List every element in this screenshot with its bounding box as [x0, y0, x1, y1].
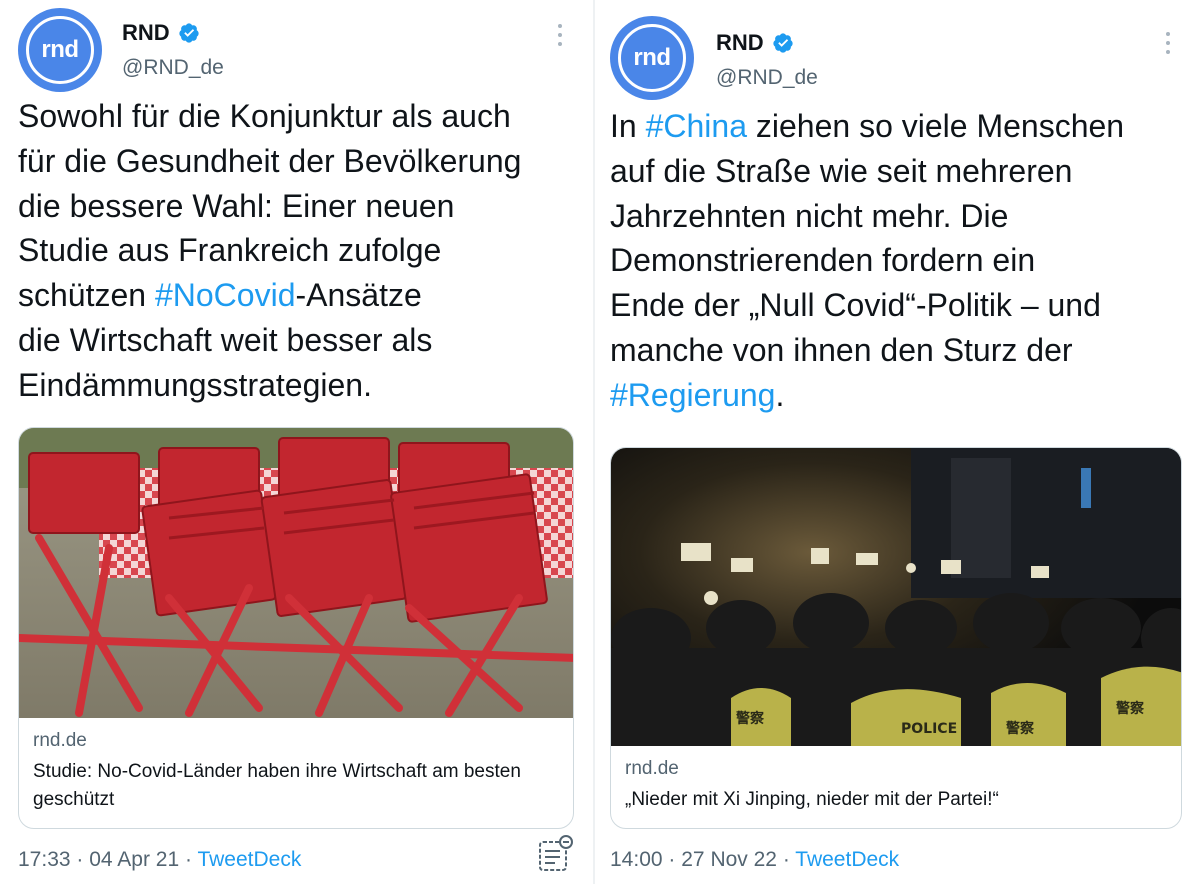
- source-link[interactable]: TweetDeck: [795, 848, 899, 871]
- tweet-text-part: .: [775, 376, 785, 413]
- card-meta: rnd.de Studie: No-Covid-Länder haben ihr…: [19, 718, 573, 826]
- tweet-left: rnd RND @RND_de Sowohl für die Konjunktu…: [0, 0, 592, 884]
- author-name[interactable]: RND: [122, 20, 170, 46]
- author-row: RND: [716, 30, 794, 56]
- avatar[interactable]: rnd: [610, 16, 694, 100]
- card-image: 警察 POLICE 警察 警察: [611, 448, 1181, 746]
- tweet-text: Sowohl für die Konjunktur als auch für d…: [18, 94, 578, 408]
- author-handle[interactable]: @RND_de: [716, 66, 818, 90]
- hashtag-link[interactable]: #Regierung: [610, 377, 775, 413]
- verified-badge-icon: [773, 33, 793, 53]
- card-image: [19, 428, 573, 718]
- card-domain: rnd.de: [625, 758, 679, 779]
- separator: ·: [185, 848, 192, 871]
- tweet-date[interactable]: 04 Apr 21: [89, 848, 179, 871]
- tweet-time[interactable]: 14:00: [610, 848, 663, 871]
- separator: ·: [668, 848, 676, 871]
- more-options-icon[interactable]: [1166, 32, 1172, 54]
- tweet-time[interactable]: 17:33: [18, 848, 71, 871]
- card-title: Studie: No-Covid-Länder haben ihre Wirts…: [33, 761, 521, 810]
- tweet-footer: 17:33 · 04 Apr 21 · TweetDeck: [18, 848, 301, 872]
- tweet-text-part: In: [610, 108, 646, 144]
- hashtag-link[interactable]: #China: [646, 108, 747, 144]
- card-meta: rnd.de „Nieder mit Xi Jinping, nieder mi…: [611, 746, 1181, 826]
- tweet-text-part: ziehen so viele Menschen auf die Straße …: [610, 108, 1125, 368]
- separator: ·: [782, 848, 790, 871]
- link-card[interactable]: rnd.de Studie: No-Covid-Länder haben ihr…: [18, 427, 574, 829]
- tweet-right: rnd RND @RND_de In #China ziehen so viel…: [596, 0, 1200, 884]
- svg-text:警察: 警察: [736, 710, 765, 727]
- column-divider: [593, 0, 595, 884]
- more-options-icon[interactable]: [558, 24, 564, 46]
- rnd-logo: rnd: [633, 44, 671, 71]
- separator: ·: [76, 848, 84, 871]
- author-handle[interactable]: @RND_de: [122, 56, 224, 80]
- svg-text:警察: 警察: [1006, 720, 1035, 737]
- verified-badge-icon: [179, 23, 199, 43]
- author-name[interactable]: RND: [716, 30, 764, 56]
- tweet-text: In #China ziehen so viele Menschen auf d…: [610, 104, 1190, 418]
- svg-text:警察: 警察: [1116, 700, 1145, 717]
- card-title: „Nieder mit Xi Jinping, nieder mit der P…: [625, 789, 999, 810]
- link-card[interactable]: 警察 POLICE 警察 警察 rnd.de „Nieder mit Xi Ji…: [610, 447, 1182, 829]
- author-row: RND: [122, 20, 200, 46]
- hashtag-link[interactable]: #NoCovid: [155, 277, 296, 313]
- card-domain: rnd.de: [33, 730, 87, 751]
- red-chairs-photo: [19, 428, 573, 718]
- protest-crowd-photo: 警察 POLICE 警察 警察: [611, 448, 1181, 746]
- rnd-logo: rnd: [41, 36, 79, 63]
- tweet-date[interactable]: 27 Nov 22: [681, 848, 777, 871]
- source-link[interactable]: TweetDeck: [197, 848, 301, 871]
- svg-text:POLICE: POLICE: [901, 721, 957, 737]
- document-text-icon[interactable]: [536, 834, 576, 874]
- tweet-footer: 14:00 · 27 Nov 22 · TweetDeck: [610, 848, 899, 872]
- avatar[interactable]: rnd: [18, 8, 102, 92]
